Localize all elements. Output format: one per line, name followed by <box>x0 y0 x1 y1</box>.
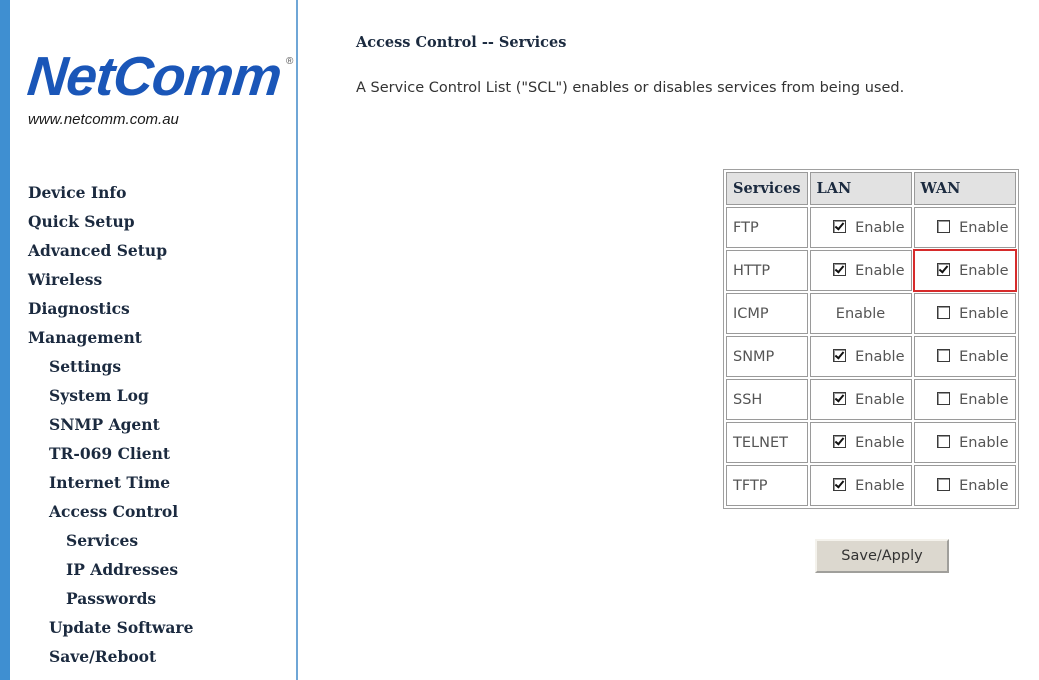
wan-enable-label: Enable <box>959 262 1009 279</box>
main-content: Access Control -- Services A Service Con… <box>356 0 1039 680</box>
wan-enable-cell: Enable <box>913 422 1016 463</box>
nav-item-settings[interactable]: Settings <box>28 352 193 381</box>
lan-enable-label: Enable <box>855 348 905 365</box>
nav-item-diagnostics[interactable]: Diagnostics <box>28 294 193 323</box>
nav-item-update-software[interactable]: Update Software <box>28 613 193 642</box>
page-title: Access Control -- Services <box>356 34 567 51</box>
table-row: TELNET Enable Enable <box>726 422 1016 463</box>
wan-enable-cell: Enable <box>913 293 1016 334</box>
lan-enable-cell: Enable <box>809 465 912 506</box>
lan-enable-cell: Enable <box>809 422 912 463</box>
nav-item-access-control[interactable]: Access Control <box>28 497 193 526</box>
checkbox-icon[interactable] <box>937 262 951 276</box>
checkbox-icon[interactable] <box>833 391 847 405</box>
wan-enable-cell-highlighted: Enable <box>912 249 1017 292</box>
table-row: SSH Enable Enable <box>726 379 1016 420</box>
service-name: FTP <box>726 207 808 248</box>
table-row: HTTP Enable Enable <box>726 249 1017 292</box>
checkbox-icon[interactable] <box>833 434 847 448</box>
table-header-row: Services LAN WAN <box>726 172 1016 205</box>
service-name: TELNET <box>726 422 808 463</box>
sidebar: NetComm ® www.netcomm.com.au Device Info… <box>10 0 298 680</box>
checkbox-icon[interactable] <box>833 348 847 362</box>
service-name: SSH <box>726 379 808 420</box>
nav-item-internet-time[interactable]: Internet Time <box>28 468 193 497</box>
lan-enable-label: Enable <box>855 391 905 408</box>
lan-enable-cell: Enable <box>809 207 912 248</box>
services-table: Services LAN WAN FTP Enable Enable HTTP … <box>723 169 1019 509</box>
wan-enable-label: Enable <box>959 348 1009 365</box>
lan-enable-cell: Enable <box>809 336 912 377</box>
service-name: TFTP <box>726 465 808 506</box>
wan-enable-label: Enable <box>959 305 1009 322</box>
wan-enable-label: Enable <box>959 477 1009 494</box>
logo-url: www.netcomm.com.au <box>28 111 179 128</box>
logo-wordmark: NetComm <box>24 45 285 107</box>
checkbox-icon[interactable] <box>833 477 847 491</box>
checkbox-icon[interactable] <box>937 477 951 491</box>
wan-enable-label: Enable <box>959 434 1009 451</box>
wan-enable-cell: Enable <box>913 379 1016 420</box>
nav-item-quick-setup[interactable]: Quick Setup <box>28 207 193 236</box>
lan-enable-label: Enable <box>855 219 905 236</box>
table-row: FTP Enable Enable <box>726 207 1016 248</box>
nav-item-advanced-setup[interactable]: Advanced Setup <box>28 236 193 265</box>
nav-item-tr069-client[interactable]: TR-069 Client <box>28 439 193 468</box>
nav-item-wireless[interactable]: Wireless <box>28 265 193 294</box>
wan-enable-label: Enable <box>959 391 1009 408</box>
sidebar-accent-stripe <box>0 0 10 680</box>
wan-enable-label: Enable <box>959 219 1009 236</box>
wan-enable-cell: Enable <box>913 465 1016 506</box>
sidebar-nav: Device Info Quick Setup Advanced Setup W… <box>28 178 193 671</box>
checkbox-icon[interactable] <box>937 219 951 233</box>
nav-item-ip-addresses[interactable]: IP Addresses <box>28 555 193 584</box>
save-apply-button[interactable]: Save/Apply <box>815 539 949 573</box>
nav-item-services[interactable]: Services <box>28 526 193 555</box>
service-name: HTTP <box>726 250 808 291</box>
lan-enable-label: Enable <box>855 262 905 279</box>
page-description: A Service Control List ("SCL") enables o… <box>356 80 905 96</box>
checkbox-icon[interactable] <box>833 219 847 233</box>
service-name: SNMP <box>726 336 808 377</box>
header-services: Services <box>726 172 808 205</box>
service-name: ICMP <box>726 293 808 334</box>
lan-enable-cell: Enable <box>809 250 912 291</box>
nav-item-device-info[interactable]: Device Info <box>28 178 193 207</box>
lan-enable-label: Enable <box>855 477 905 494</box>
table-row: ICMP Enable Enable <box>726 293 1016 334</box>
nav-item-snmp-agent[interactable]: SNMP Agent <box>28 410 193 439</box>
table-row: TFTP Enable Enable <box>726 465 1016 506</box>
nav-item-passwords[interactable]: Passwords <box>28 584 193 613</box>
lan-enable-label: Enable <box>835 305 886 322</box>
lan-enable-cell: Enable <box>809 293 912 334</box>
nav-item-system-log[interactable]: System Log <box>28 381 193 410</box>
wan-enable-cell: Enable <box>913 207 1016 248</box>
netcomm-logo: NetComm ® www.netcomm.com.au <box>24 45 298 136</box>
checkbox-icon[interactable] <box>937 391 951 405</box>
lan-enable-label: Enable <box>855 434 905 451</box>
wan-enable-cell: Enable <box>913 336 1016 377</box>
table-row: SNMP Enable Enable <box>726 336 1016 377</box>
checkbox-icon[interactable] <box>833 262 847 276</box>
checkbox-icon[interactable] <box>937 305 951 319</box>
header-wan: WAN <box>913 172 1016 205</box>
lan-enable-cell: Enable <box>809 379 912 420</box>
header-lan: LAN <box>809 172 912 205</box>
nav-item-save-reboot[interactable]: Save/Reboot <box>28 642 193 671</box>
registered-mark: ® <box>286 56 294 67</box>
checkbox-icon[interactable] <box>937 434 951 448</box>
checkbox-icon[interactable] <box>937 348 951 362</box>
nav-item-management[interactable]: Management <box>28 323 193 352</box>
